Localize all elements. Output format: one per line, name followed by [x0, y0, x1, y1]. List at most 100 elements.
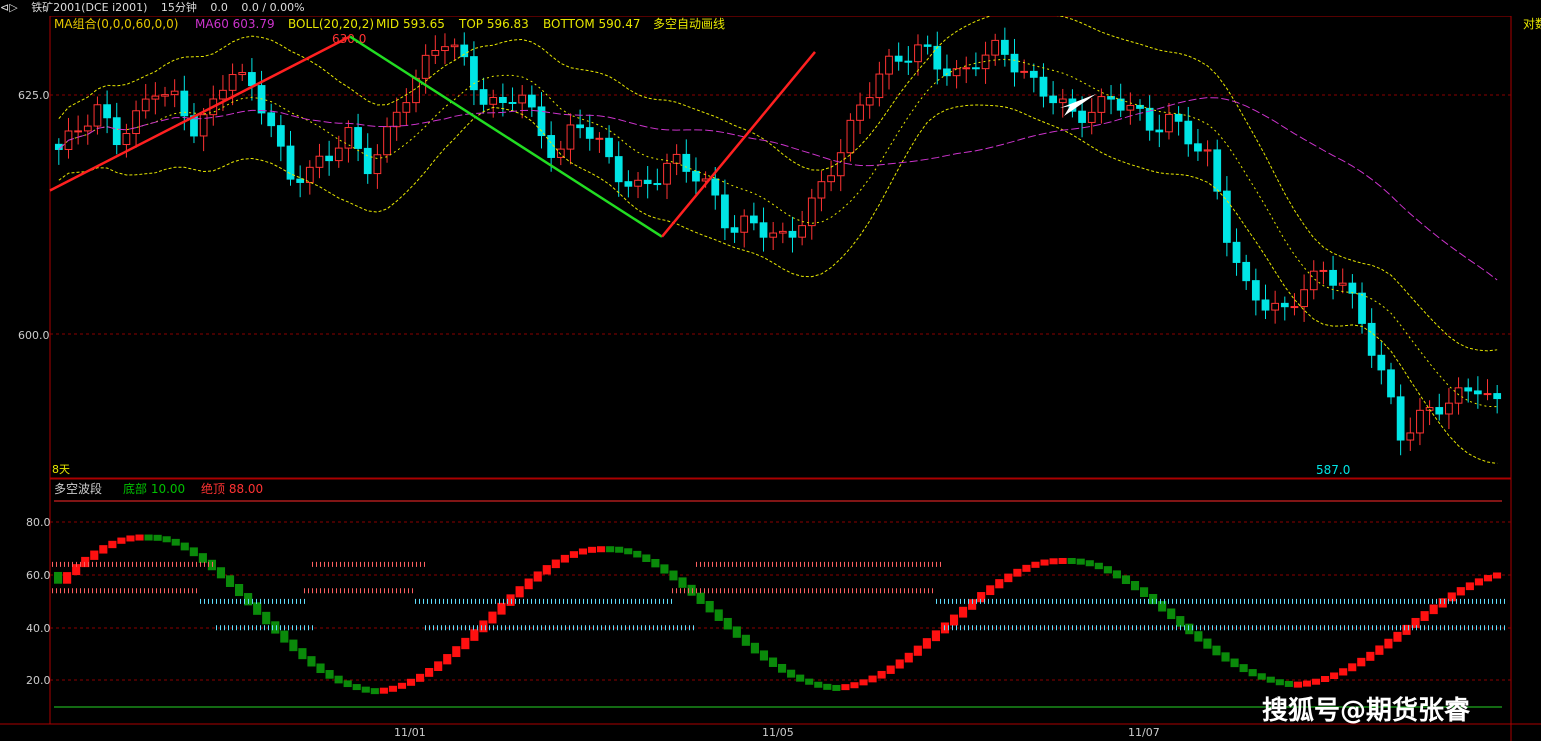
candle: [1358, 292, 1366, 324]
wave-bar: [406, 678, 416, 686]
candle: [788, 230, 797, 238]
candle: [595, 137, 604, 140]
auto-draw-label[interactable]: 多空自动画线: [653, 17, 725, 31]
candle: [798, 225, 807, 238]
wave-bar: [1103, 566, 1112, 574]
wave-bar: [1085, 560, 1094, 567]
wave-bar: [551, 559, 560, 569]
wave-bar: [832, 684, 841, 691]
candle: [1097, 96, 1106, 113]
log-scale-label[interactable]: 对数: [1523, 16, 1541, 31]
candle: [692, 170, 700, 182]
x-tick-1105: 11/05: [762, 726, 794, 739]
symbol-label[interactable]: 铁矿2001(DCE i2001): [31, 1, 147, 14]
candle: [682, 153, 691, 172]
wave-bar: [352, 684, 361, 691]
wave-bar: [334, 675, 343, 684]
wave-bar: [99, 545, 108, 554]
candle: [1223, 190, 1231, 243]
candle: [1329, 269, 1337, 286]
wave-bar: [416, 673, 425, 682]
wave-bar: [597, 546, 606, 553]
wave-bar: [198, 553, 207, 563]
candle: [1280, 302, 1289, 308]
candle: [479, 89, 488, 105]
wave-bar: [814, 681, 823, 688]
wave-bar: [1140, 587, 1149, 597]
candle: [1020, 70, 1029, 73]
wave-bar: [1257, 673, 1266, 680]
wave-bar: [1366, 651, 1375, 661]
candle: [141, 98, 150, 112]
sub-y-40: 40.0: [26, 622, 51, 635]
candle: [402, 102, 411, 113]
wave-bar: [533, 571, 542, 582]
ma-label[interactable]: MA组合(0,0,0,60,0,0): [54, 16, 178, 31]
change-percent: 0.0 / 0.00%: [241, 1, 305, 14]
sub-title[interactable]: 多空波段: [54, 481, 102, 496]
candle: [885, 55, 893, 75]
candle: [643, 179, 652, 185]
wave-bar: [1112, 570, 1121, 579]
wave-bar: [841, 684, 850, 691]
candle: [1087, 111, 1096, 123]
candle: [914, 44, 922, 63]
candle: [778, 230, 787, 234]
wave-bar: [452, 646, 461, 658]
candle: [421, 54, 430, 79]
wave-bar: [1456, 587, 1465, 596]
wave-bar: [732, 626, 741, 638]
candle: [392, 111, 401, 128]
wave-bar: [578, 548, 588, 555]
wave-bar: [750, 642, 759, 654]
candle: [952, 68, 961, 77]
wave-bar: [1248, 669, 1257, 677]
wave-bar: [759, 650, 769, 661]
wave-bar: [262, 611, 271, 625]
wave-bar: [949, 614, 959, 626]
candle: [508, 101, 517, 104]
candle: [112, 117, 121, 146]
wave-bar: [1212, 645, 1221, 656]
candle: [1435, 407, 1444, 415]
candle: [450, 44, 459, 48]
x-tick-1101: 11/01: [394, 726, 426, 739]
candle: [151, 95, 160, 100]
back-arrow-icon[interactable]: ⊲▷: [0, 1, 18, 14]
wave-bar: [723, 617, 732, 630]
wave-bar: [1284, 680, 1293, 687]
wave-bar: [1067, 557, 1076, 564]
wave-bar: [1474, 578, 1483, 586]
candle: [991, 39, 1000, 56]
candle: [74, 130, 83, 133]
candle: [1039, 76, 1048, 97]
trendline-up-2: [661, 51, 816, 238]
wave-bar: [660, 564, 669, 574]
candle: [1049, 95, 1057, 104]
wave-bar: [895, 659, 904, 669]
wave-bar: [388, 685, 397, 692]
candle: [1165, 113, 1173, 133]
candle: [740, 215, 749, 233]
candle: [807, 197, 816, 227]
wave-bar: [325, 670, 334, 679]
candle: [672, 153, 681, 164]
sub-y-60: 60.0: [26, 569, 51, 582]
wave-bar: [859, 679, 868, 686]
y-tick-625: 625.0: [18, 89, 50, 102]
candle: [962, 67, 971, 70]
period-selector[interactable]: 15分钟: [161, 1, 197, 14]
candle: [1454, 387, 1463, 404]
candle: [527, 94, 536, 108]
wave-bar: [235, 583, 244, 597]
candle: [161, 94, 169, 97]
wave-bar: [1321, 676, 1330, 683]
candle: [460, 44, 469, 58]
wave-bar: [1121, 575, 1131, 585]
wave-bar: [624, 548, 633, 555]
wave-bar: [778, 663, 787, 673]
candle: [315, 155, 324, 168]
candle: [228, 74, 237, 91]
candle: [93, 104, 102, 127]
chart-area[interactable]: MA组合(0,0,0,60,0,0) MA60 603.79 BOLL(20,2…: [0, 16, 1541, 741]
